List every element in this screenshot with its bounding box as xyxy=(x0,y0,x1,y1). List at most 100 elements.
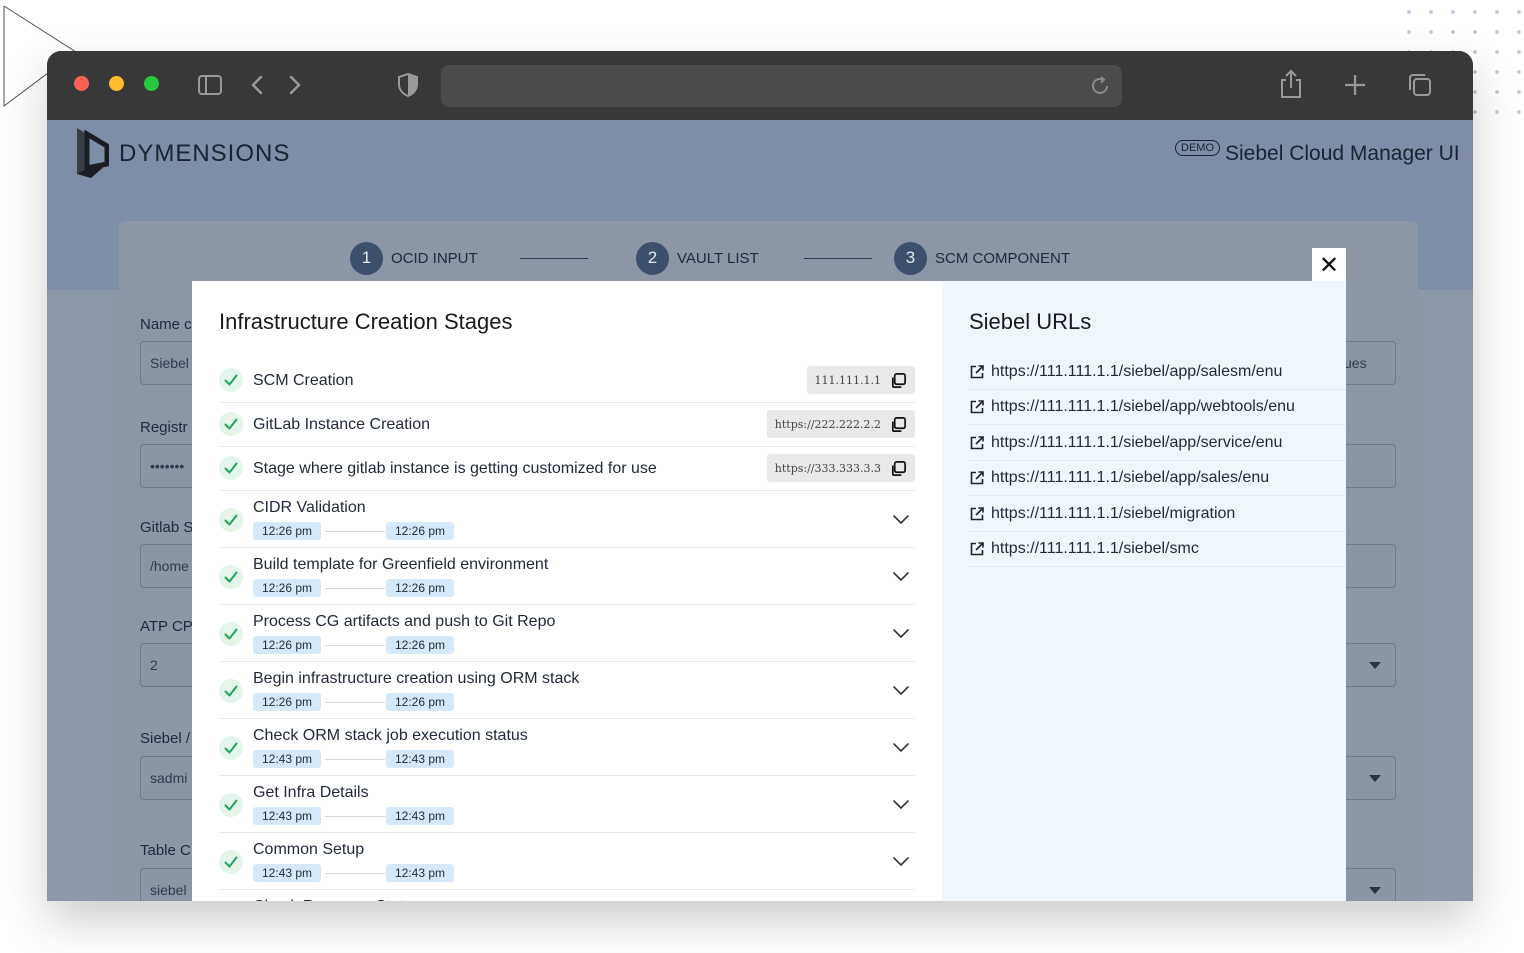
checkmark-icon xyxy=(219,565,243,589)
reload-icon[interactable] xyxy=(1088,74,1112,98)
checkmark-icon xyxy=(219,679,243,703)
checkmark-icon xyxy=(219,412,243,436)
step-label: SCM COMPONENT xyxy=(935,249,1070,267)
address-chip[interactable]: https://333.333.3.3 xyxy=(766,454,915,482)
forward-arrow-icon[interactable] xyxy=(281,72,307,98)
zoom-window-button[interactable] xyxy=(144,76,159,91)
stage-name: Check Resource State xyxy=(253,898,413,901)
sidebar-toggle-icon[interactable] xyxy=(197,72,223,98)
dropdown-caret-icon xyxy=(1369,662,1381,669)
right-select[interactable] xyxy=(1344,756,1396,800)
checkmark-icon xyxy=(219,456,243,480)
checkmark-icon xyxy=(219,508,243,532)
share-icon[interactable] xyxy=(1277,69,1305,99)
timed-stage-row[interactable]: Begin infrastructure creation using ORM … xyxy=(219,662,915,719)
start-time-chip: 12:43 pm xyxy=(253,750,322,768)
chevron-down-icon[interactable] xyxy=(893,796,909,812)
step-scm-component[interactable]: 3 SCM COMPONENT xyxy=(894,241,1070,275)
timed-stage-row[interactable]: Process CG artifacts and push to Git Rep… xyxy=(219,605,915,662)
timed-stage-row[interactable]: Check Resource State xyxy=(219,890,915,901)
close-modal-button[interactable]: ✕ xyxy=(1312,248,1346,282)
url-text: https://111.111.1.1/siebel/app/webtools/… xyxy=(991,398,1295,416)
stage-name: Stage where gitlab instance is getting c… xyxy=(253,460,657,477)
step-number: 2 xyxy=(636,241,669,275)
timed-stage-row[interactable]: Check ORM stack job execution status 12:4… xyxy=(219,719,915,776)
table-owner-field[interactable]: siebel xyxy=(140,868,198,901)
step-label: OCID INPUT xyxy=(391,249,478,267)
stage-name: CIDR Validation xyxy=(253,499,366,516)
stage-name: Get Infra Details xyxy=(253,784,369,801)
copy-icon[interactable] xyxy=(890,416,907,433)
start-time-chip: 12:26 pm xyxy=(253,522,322,540)
siebel-url-link[interactable]: https://111.111.1.1/siebel/migration xyxy=(969,497,1345,532)
address-bar[interactable] xyxy=(441,65,1122,107)
siebel-url-link[interactable]: https://111.111.1.1/siebel/app/sales/enu xyxy=(969,461,1345,497)
right-field[interactable] xyxy=(1344,444,1396,488)
name-field[interactable]: Siebel xyxy=(140,341,198,385)
step-ocid-input[interactable]: 1 OCID INPUT xyxy=(350,241,478,275)
siebel-url-link[interactable]: https://111.111.1.1/siebel/smc xyxy=(969,532,1345,567)
gitlab-path-field[interactable]: /home xyxy=(140,544,198,588)
external-link-icon xyxy=(970,471,984,485)
dropdown-caret-icon xyxy=(1369,887,1381,894)
timed-stage-row[interactable]: Get Infra Details 12:43 pm 12:43 pm xyxy=(219,776,915,833)
step-number: 1 xyxy=(350,241,383,275)
close-window-button[interactable] xyxy=(74,76,89,91)
copy-icon[interactable] xyxy=(890,372,907,389)
timed-stage-row[interactable]: Common Setup 12:43 pm 12:43 pm xyxy=(219,833,915,890)
stage-name: Begin infrastructure creation using ORM … xyxy=(253,670,580,687)
start-time-chip: 12:43 pm xyxy=(253,864,322,882)
tab-overview-icon[interactable] xyxy=(1407,72,1433,98)
chevron-down-icon[interactable] xyxy=(893,853,909,869)
demo-badge: DEMO xyxy=(1175,140,1220,156)
browser-window: DYMENSIONS DEMO Siebel Cloud Manager UI … xyxy=(47,51,1473,901)
chevron-down-icon[interactable] xyxy=(893,568,909,584)
start-time-chip: 12:26 pm xyxy=(253,693,322,711)
timed-stage-row[interactable]: CIDR Validation 12:26 pm 12:26 pm xyxy=(219,491,915,548)
url-text: https://111.111.1.1/siebel/app/service/e… xyxy=(991,433,1283,451)
form-label-siebel-admin: Siebel / xyxy=(140,730,191,747)
address-text: https://222.222.2.2 xyxy=(774,417,881,431)
app-title: Siebel Cloud Manager UI xyxy=(1225,142,1460,165)
time-connector xyxy=(325,588,385,589)
checkmark-icon xyxy=(219,850,243,874)
siebel-url-link[interactable]: https://111.111.1.1/siebel/app/webtools/… xyxy=(969,390,1345,426)
chevron-down-icon[interactable] xyxy=(893,682,909,698)
shield-icon[interactable] xyxy=(395,72,421,98)
end-time-chip: 12:26 pm xyxy=(386,579,455,597)
siebel-url-link[interactable]: https://111.111.1.1/siebel/app/service/e… xyxy=(969,426,1345,461)
address-text: https://333.333.3.3 xyxy=(774,461,881,475)
minimize-window-button[interactable] xyxy=(109,76,124,91)
end-time-chip: 12:26 pm xyxy=(386,636,455,654)
siebel-url-link[interactable]: https://111.111.1.1/siebel/app/salesm/en… xyxy=(969,355,1345,390)
right-select[interactable] xyxy=(1344,643,1396,687)
siebel-admin-field[interactable]: sadmi xyxy=(140,756,198,800)
right-values-field[interactable]: ues xyxy=(1344,341,1396,385)
external-link-icon xyxy=(970,542,984,556)
step-vault-list[interactable]: 2 VAULT LIST xyxy=(636,241,759,275)
step-label: VAULT LIST xyxy=(677,249,759,267)
time-connector xyxy=(325,531,385,532)
back-arrow-icon[interactable] xyxy=(245,72,271,98)
new-tab-plus-icon[interactable] xyxy=(1342,72,1368,98)
time-connector xyxy=(325,759,385,760)
checkmark-icon xyxy=(219,736,243,760)
chevron-down-icon[interactable] xyxy=(893,739,909,755)
stage-name: GitLab Instance Creation xyxy=(253,416,430,433)
right-select[interactable] xyxy=(1344,868,1396,901)
atp-cpu-field[interactable]: 2 xyxy=(140,643,198,687)
address-chip[interactable]: 111.111.1.1 xyxy=(806,366,915,394)
end-time-chip: 12:26 pm xyxy=(386,522,455,540)
registry-password-field[interactable]: ••••••• xyxy=(140,444,198,488)
timed-stage-row[interactable]: Build template for Greenfield environmen… xyxy=(219,548,915,605)
external-link-icon xyxy=(970,365,984,379)
urls-title: Siebel URLs xyxy=(969,309,1092,334)
address-chip[interactable]: https://222.222.2.2 xyxy=(766,410,915,438)
start-time-chip: 12:26 pm xyxy=(253,579,322,597)
copy-icon[interactable] xyxy=(890,460,907,477)
right-field[interactable] xyxy=(1344,544,1396,588)
chevron-down-icon[interactable] xyxy=(893,511,909,527)
url-text: https://111.111.1.1/siebel/app/sales/enu xyxy=(991,469,1270,487)
address-text: 111.111.1.1 xyxy=(814,373,881,387)
chevron-down-icon[interactable] xyxy=(893,625,909,641)
